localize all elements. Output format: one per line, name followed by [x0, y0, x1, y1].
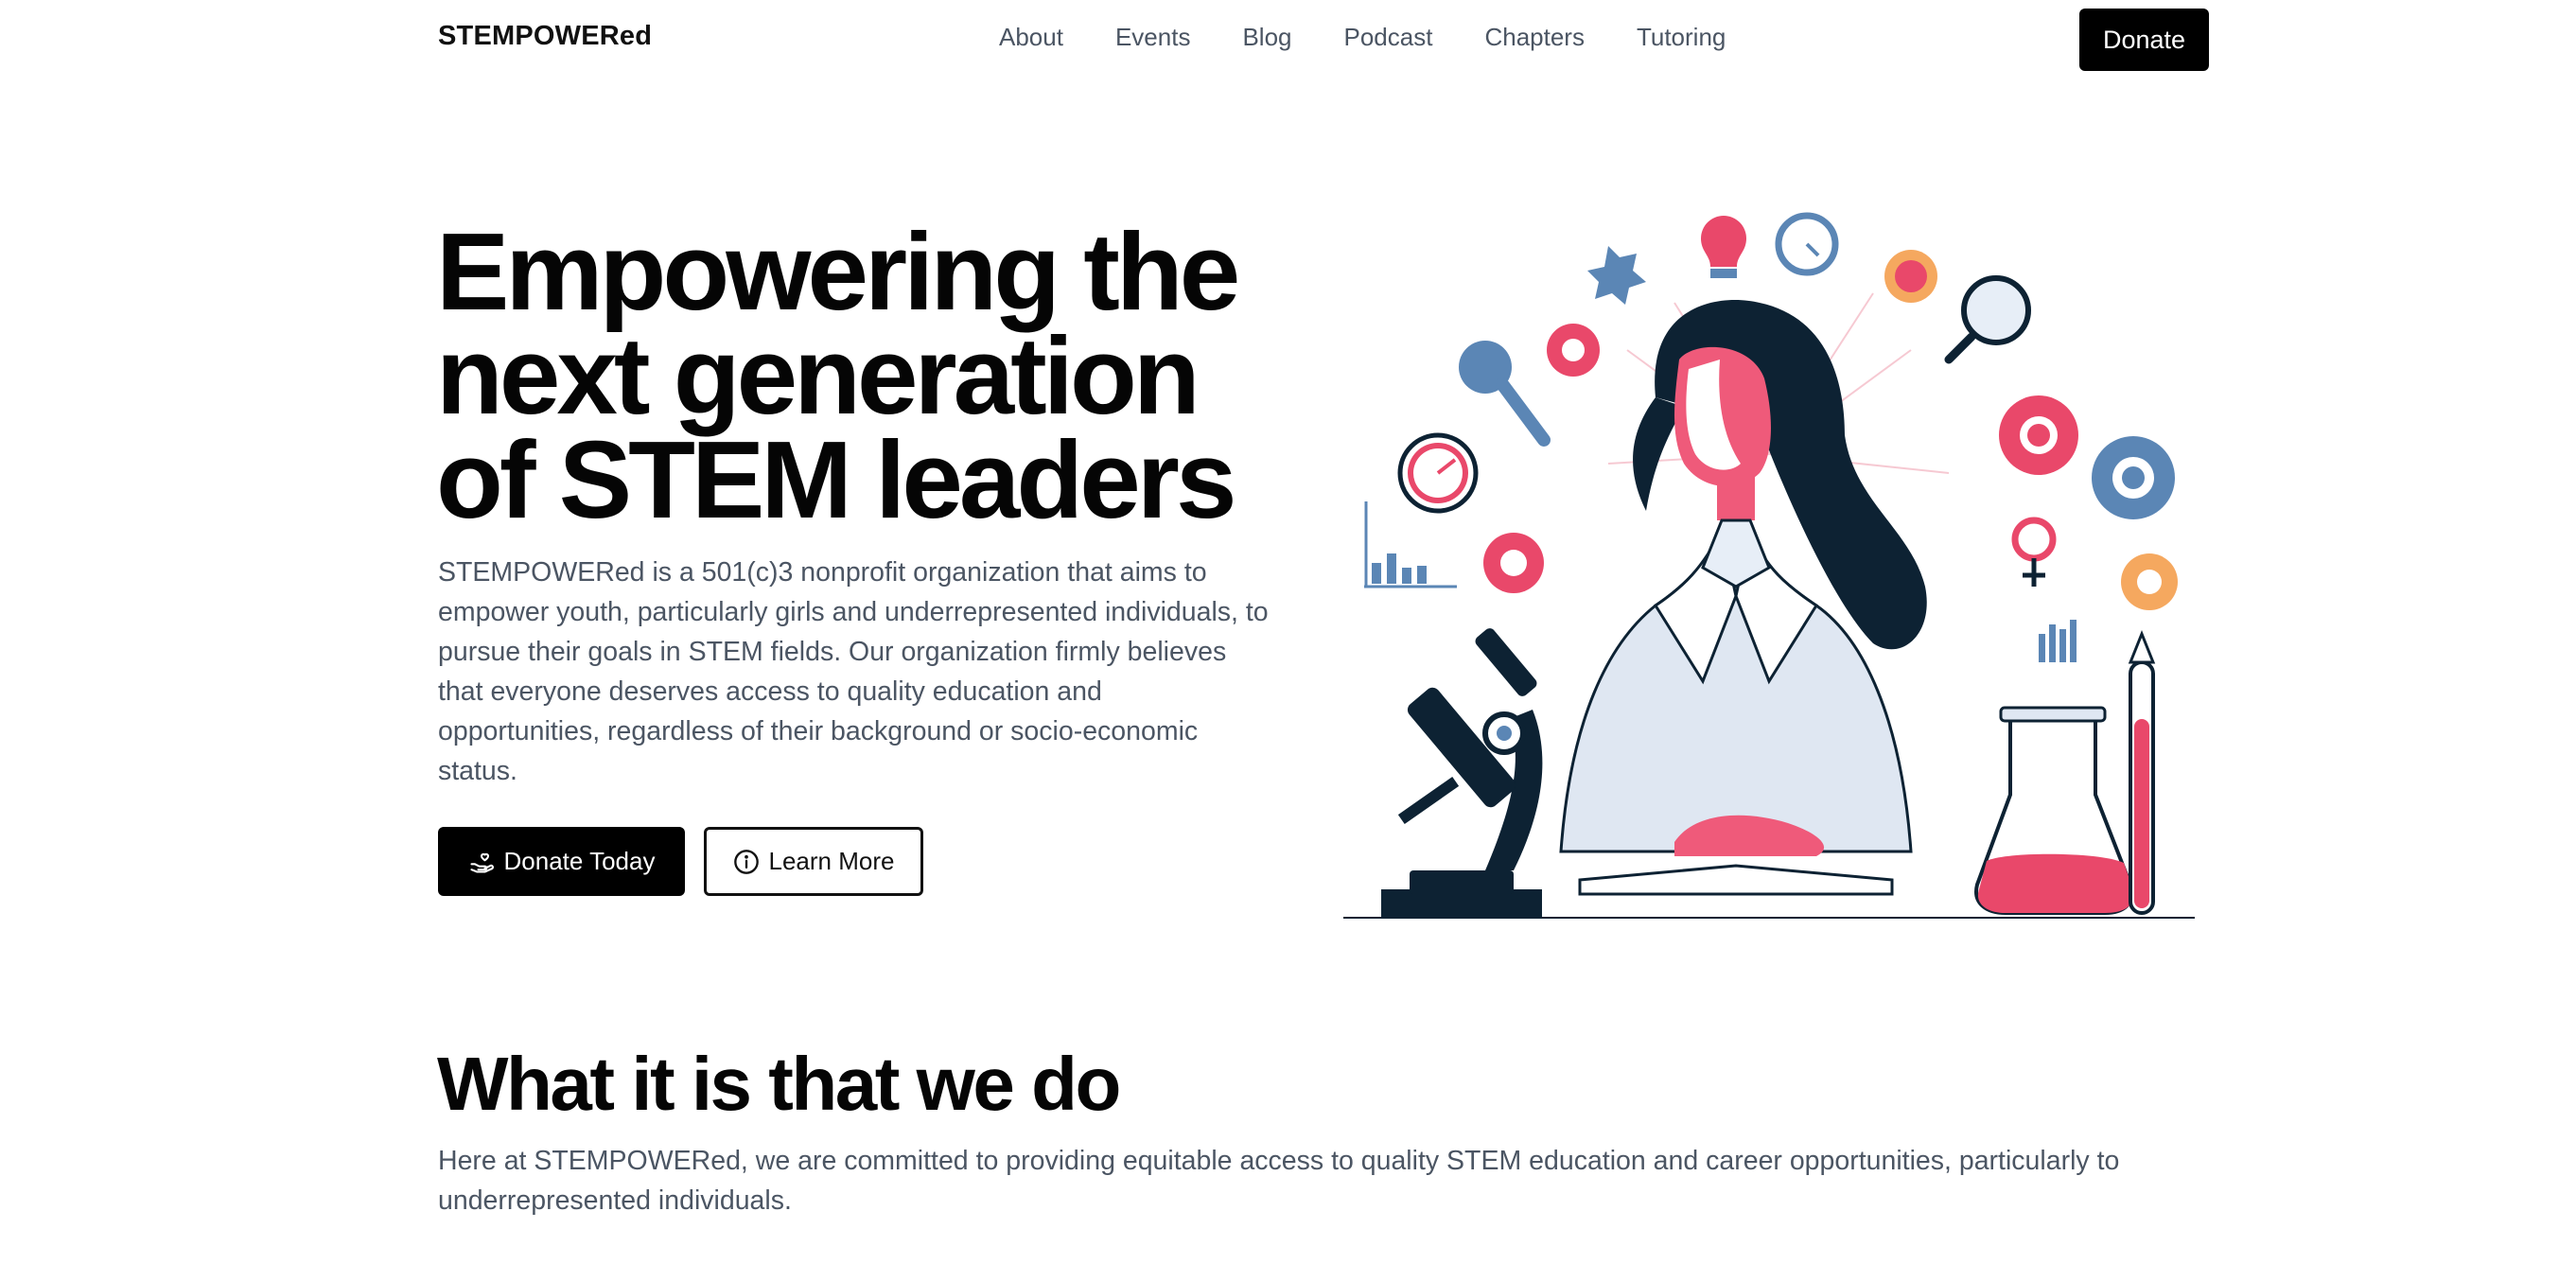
- learn-more-button[interactable]: Learn More: [704, 827, 923, 896]
- hero-title: Empowering the next generation of STEM l…: [436, 210, 1240, 541]
- hero-description: STEMPOWERed is a 501(c)3 nonprofit organ…: [438, 557, 1269, 786]
- hero-illustration: [1343, 189, 2195, 920]
- nav-links: About Events Blog Podcast Chapters Tutor…: [999, 23, 1726, 52]
- nav-link-about[interactable]: About: [999, 23, 1063, 52]
- nav-link-tutoring[interactable]: Tutoring: [1637, 23, 1726, 52]
- donate-today-label: Donate Today: [503, 847, 656, 875]
- nav-link-blog[interactable]: Blog: [1242, 23, 1291, 52]
- nav-link-podcast[interactable]: Podcast: [1344, 23, 1433, 52]
- gear-icon: [1999, 395, 2078, 475]
- info-circle-icon: [733, 849, 760, 875]
- nav-link-chapters[interactable]: Chapters: [1484, 23, 1585, 52]
- hand-heart-icon: [468, 849, 495, 875]
- brand-logo[interactable]: STEMPOWERed: [438, 21, 652, 52]
- section-description: Here at STEMPOWERed, we are committed to…: [438, 1146, 2120, 1216]
- section-title: What it is that we do: [437, 1042, 1121, 1126]
- donate-today-button[interactable]: Donate Today: [438, 827, 685, 896]
- learn-more-label: Learn More: [768, 847, 895, 875]
- nav-link-events[interactable]: Events: [1115, 23, 1191, 52]
- hero-button-row: Donate Today Learn More: [438, 827, 923, 896]
- top-nav: STEMPOWERed About Events Blog Podcast Ch…: [0, 0, 2576, 76]
- nav-donate-button[interactable]: Donate: [2079, 9, 2209, 71]
